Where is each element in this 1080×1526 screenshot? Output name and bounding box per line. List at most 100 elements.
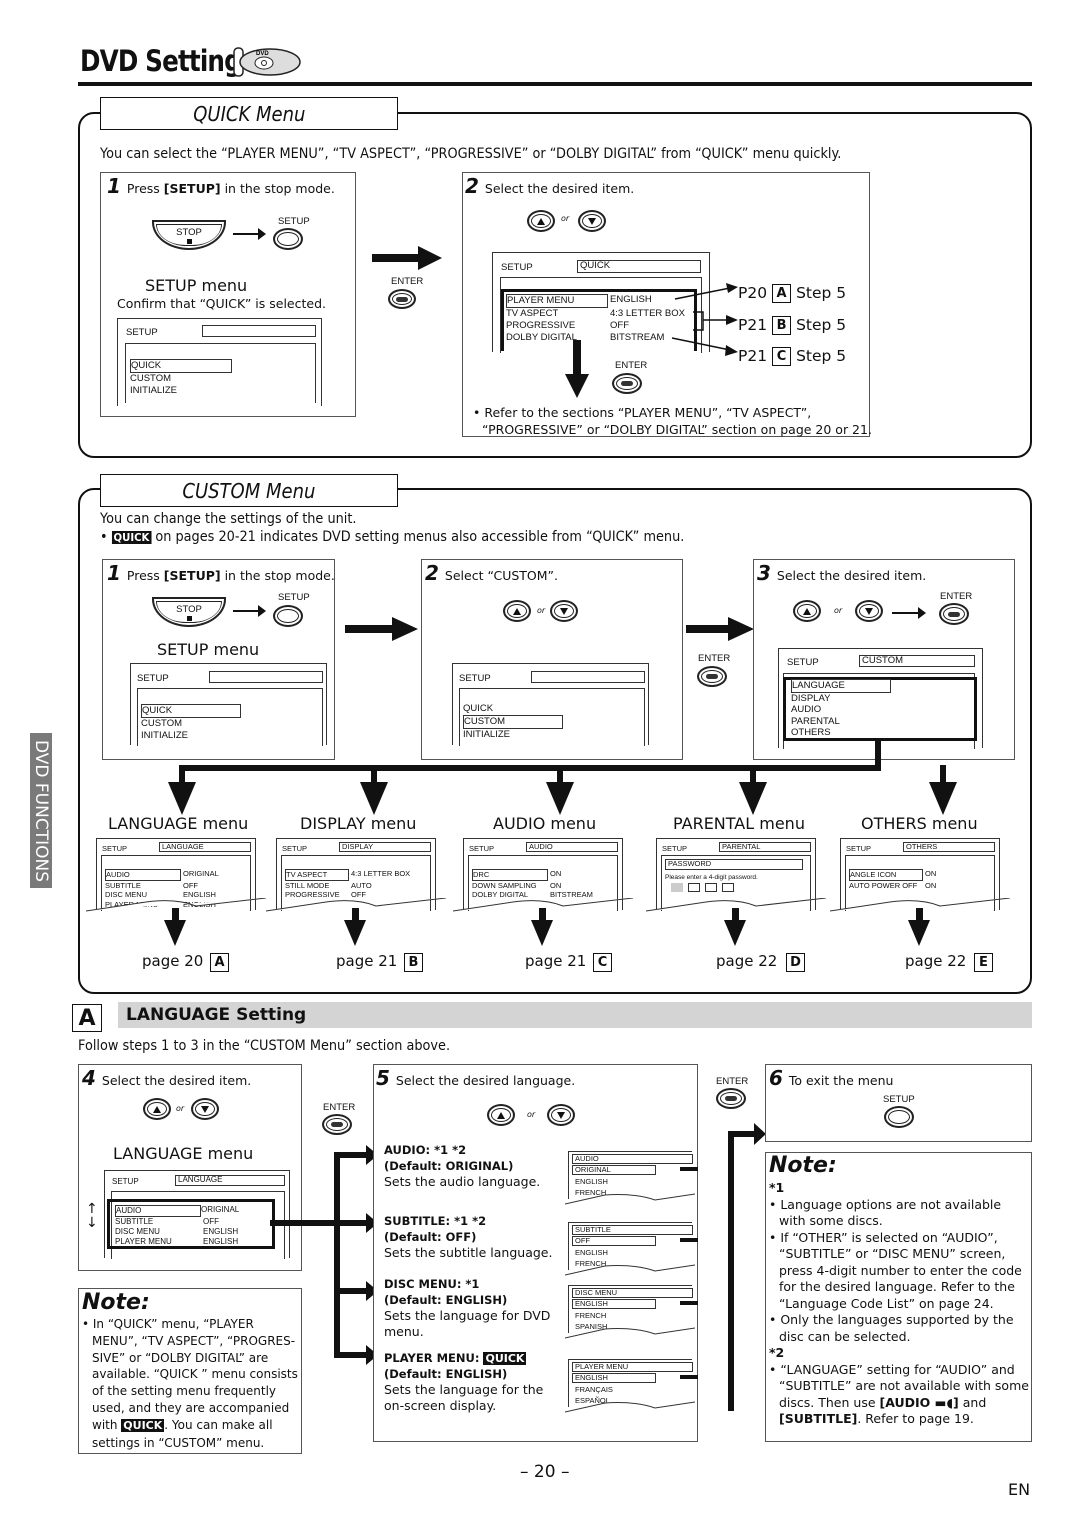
quick-badge: QUICK <box>483 1352 527 1365</box>
submenu-item[interactable]: ANGLE ICON <box>849 869 923 881</box>
submenu-item[interactable]: DOWN SAMPLING <box>472 881 548 891</box>
quick-refer-note: • Refer to the sections “PLAYER MENU”, “… <box>473 405 872 437</box>
setup-screen: SETUP QUICK CUSTOM INITIALIZE <box>117 318 322 406</box>
enter-button[interactable] <box>697 666 727 687</box>
step-text: Select the desired item. <box>776 568 927 583</box>
enter-button[interactable] <box>322 1114 352 1135</box>
password-field[interactable]: PASSWORD <box>665 859 803 870</box>
setup-screen: SETUP QUICK CUSTOM INITIALIZE <box>452 663 649 746</box>
down-button[interactable] <box>855 600 883 622</box>
down-button[interactable] <box>547 1104 575 1126</box>
up-button[interactable] <box>143 1098 171 1120</box>
menu-item-initialize[interactable]: INITIALIZE <box>130 385 230 397</box>
menu-item-parental[interactable]: PARENTAL <box>791 716 891 728</box>
setup-button[interactable] <box>273 605 303 627</box>
menu-item-display[interactable]: DISPLAY <box>791 693 891 705</box>
menu-item-custom[interactable]: CUSTOM <box>130 373 230 385</box>
password-digits[interactable] <box>671 883 734 892</box>
setup-label: SETUP <box>278 216 310 227</box>
lang-item-audio[interactable]: AUDIO <box>115 1205 201 1217</box>
language-option: PLAYER MENU: QUICK (Default: ENGLISH) Sets… <box>384 1351 544 1413</box>
ref-row: P20 A Step 5 <box>738 284 847 304</box>
setup-menu-title: SETUP menu <box>157 640 260 659</box>
setup-label: SETUP <box>278 592 310 603</box>
ref-row: P21 C Step 5 <box>738 347 847 367</box>
step-number: 1 <box>107 174 121 198</box>
language-heading: LANGUAGE Setting <box>126 1005 307 1025</box>
quick-item-progressive[interactable]: PROGRESSIVE <box>506 320 610 332</box>
submenu-item[interactable]: AUDIO <box>105 869 181 881</box>
lang-item-subtitle[interactable]: SUBTITLE <box>115 1217 203 1227</box>
step-number: 1 <box>107 561 121 585</box>
enter-button[interactable] <box>612 373 642 394</box>
submenu-item[interactable]: DRC <box>472 869 548 881</box>
submenu-title: PARENTAL menu <box>673 814 805 833</box>
custom-screen: SETUP CUSTOM LANGUAGE DISPLAY AUDIO PARENTA… <box>778 648 983 749</box>
setup-menu-title: SETUP menu <box>145 276 248 295</box>
exit-arrow <box>728 1123 766 1411</box>
quick-refs: P20 A Step 5 P21 B Step 5 P21 C Step 5 <box>738 278 846 373</box>
step-text: Select the desired item. <box>101 1073 252 1088</box>
language-intro: Follow steps 1 to 3 in the “CUSTOM Menu”… <box>78 1038 451 1054</box>
menu-item-quick[interactable]: QUICK <box>141 704 241 718</box>
submenu-letter: E <box>974 953 993 972</box>
custom-quick-note: • QUICK on pages 20-21 indicates DVD set… <box>100 529 685 545</box>
note-right-text: *1 • Language options are not available … <box>769 1180 1029 1426</box>
step-text: Select the desired language. <box>395 1073 576 1088</box>
custom-intro: You can change the settings of the unit. <box>100 511 357 527</box>
enter-button[interactable] <box>388 289 416 309</box>
step-number: 2 <box>425 561 439 585</box>
language-menu-title: LANGUAGE menu <box>113 1144 254 1163</box>
setup-label: SETUP <box>883 1094 915 1105</box>
lang-item-disc-menu[interactable]: DISC MENU <box>115 1227 203 1237</box>
setup-button[interactable] <box>273 228 303 250</box>
step-text: Select “CUSTOM”. <box>444 568 559 583</box>
up-button[interactable] <box>527 210 555 232</box>
menu-item-others[interactable]: OTHERS <box>791 727 891 739</box>
submenu-letter: C <box>593 953 612 972</box>
submenu-item[interactable]: TV ASPECT <box>285 869 349 881</box>
enter-label: ENTER <box>940 591 973 602</box>
step-number: 5 <box>376 1066 390 1090</box>
submenu-page-ref: page 22 <box>905 952 967 970</box>
page-number: – 20 – <box>520 1462 570 1482</box>
submenu-item[interactable]: SUBTITLE <box>105 881 181 891</box>
submenu-item[interactable]: AUTO POWER OFF <box>849 881 923 891</box>
page-title: DVD Setting <box>80 44 242 78</box>
ref-row: P21 B Step 5 <box>738 315 847 335</box>
enter-button[interactable] <box>939 603 969 625</box>
big-arrow-right-icon <box>372 254 422 262</box>
menu-item-custom[interactable]: CUSTOM <box>141 718 241 730</box>
submenu-letter: D <box>786 953 805 972</box>
menu-item-audio[interactable]: AUDIO <box>791 704 891 716</box>
note-left-text: • In “QUICK” menu, “PLAYER MENU”, “TV AS… <box>82 1317 298 1450</box>
submenu-page-ref: page 22 <box>716 952 778 970</box>
lang-item-player-menu[interactable]: PLAYER MENU <box>115 1237 203 1247</box>
quick-item-dolby-digital[interactable]: DOLBY DIGITAL <box>506 332 610 344</box>
menu-item-language[interactable]: LANGUAGE <box>791 679 891 693</box>
submenu-item[interactable]: STILL MODE <box>285 881 349 891</box>
menu-item-quick[interactable]: QUICK <box>130 359 232 373</box>
branch-arrows <box>168 740 957 815</box>
title-rule <box>78 82 1032 86</box>
up-button[interactable] <box>793 600 821 622</box>
step-number: 6 <box>769 1066 783 1090</box>
up-button[interactable] <box>487 1104 515 1126</box>
quick-intro: You can select the “PLAYER MENU”, “TV AS… <box>100 146 842 162</box>
down-button[interactable] <box>191 1098 219 1120</box>
quick-badge: QUICK <box>121 1418 165 1432</box>
enter-button[interactable] <box>716 1088 746 1109</box>
menu-item-quick[interactable]: QUICK <box>463 703 563 715</box>
language-option: DISC MENU: *1 (Default: ENGLISH) Sets the … <box>384 1277 551 1339</box>
quick-item-tv-aspect[interactable]: TV ASPECT <box>506 308 610 320</box>
up-button[interactable] <box>503 600 531 622</box>
submenu-page-ref: page 20 <box>142 952 204 970</box>
language-code: EN <box>1008 1480 1031 1499</box>
down-button[interactable] <box>578 210 606 232</box>
big-arrow-right-icon <box>345 625 395 633</box>
quick-item-player-menu[interactable]: PLAYER MENU <box>506 294 608 308</box>
menu-item-custom[interactable]: CUSTOM <box>463 715 563 729</box>
submenu-title: OTHERS menu <box>861 814 978 833</box>
down-button[interactable] <box>550 600 578 622</box>
setup-button[interactable] <box>884 1106 914 1128</box>
